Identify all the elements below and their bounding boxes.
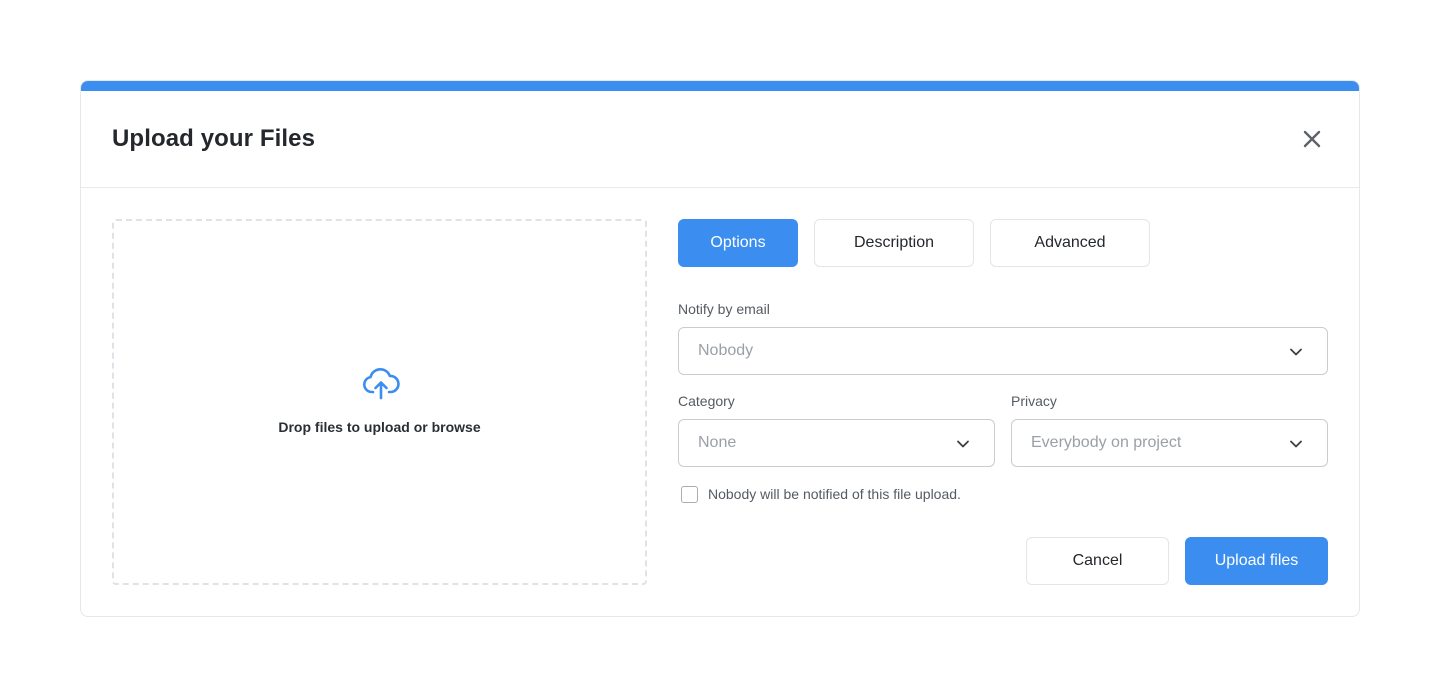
modal-title: Upload your Files: [112, 125, 316, 152]
tab-description[interactable]: Description: [814, 219, 974, 267]
category-select-value: None: [698, 434, 737, 451]
top-accent-bar: [81, 81, 1359, 91]
modal-header: Upload your Files: [81, 91, 1359, 188]
notify-checkbox-label[interactable]: Nobody will be notified of this file upl…: [708, 486, 961, 502]
privacy-label: Privacy: [1011, 393, 1057, 409]
dropzone-text[interactable]: Drop files to upload or browse: [114, 419, 645, 435]
cancel-button[interactable]: Cancel: [1026, 537, 1169, 585]
upload-files-button[interactable]: Upload files: [1185, 537, 1328, 585]
cloud-upload-icon: [362, 367, 400, 401]
chevron-down-icon: [1289, 345, 1303, 359]
tab-advanced[interactable]: Advanced: [990, 219, 1150, 267]
privacy-select[interactable]: Everybody on project: [1011, 419, 1328, 467]
tab-options[interactable]: Options: [678, 219, 798, 267]
notify-select-value: Nobody: [698, 342, 754, 359]
close-icon[interactable]: [1301, 128, 1323, 150]
chevron-down-icon: [956, 437, 970, 451]
privacy-select-value: Everybody on project: [1031, 434, 1182, 451]
chevron-down-icon: [1289, 437, 1303, 451]
category-label: Category: [678, 393, 735, 409]
upload-modal: Upload your Files Drop files to upload o…: [80, 80, 1360, 617]
notify-select[interactable]: Nobody: [678, 327, 1328, 375]
category-select[interactable]: None: [678, 419, 995, 467]
notify-label: Notify by email: [678, 301, 770, 317]
notify-checkbox[interactable]: [681, 486, 698, 503]
file-dropzone[interactable]: Drop files to upload or browse: [112, 219, 647, 585]
